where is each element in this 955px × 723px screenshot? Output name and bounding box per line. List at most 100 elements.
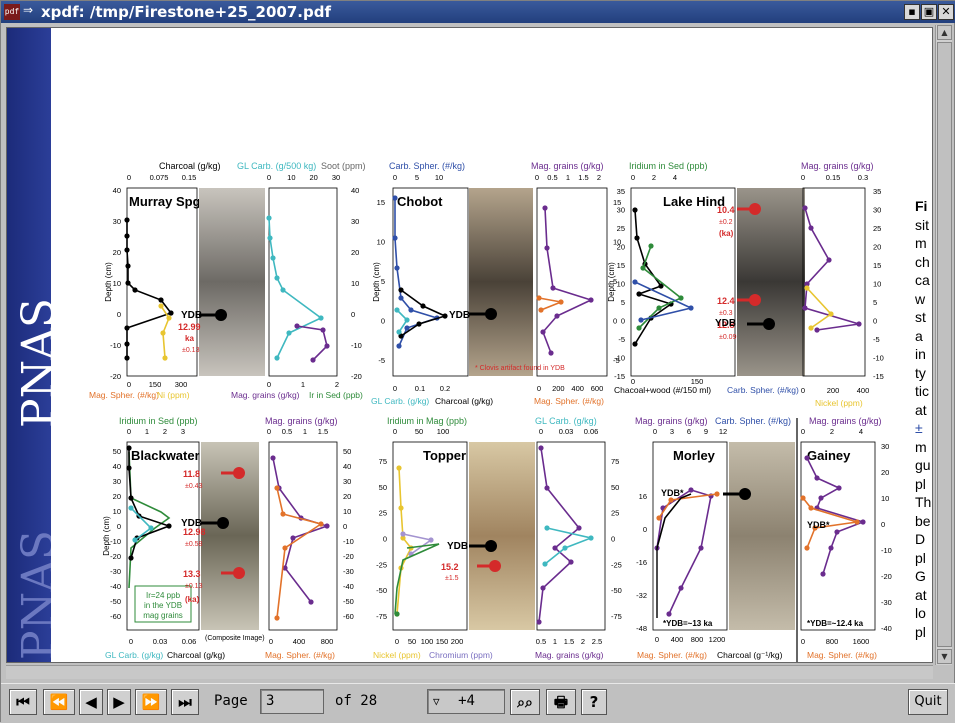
iconify-button[interactable]: ▪ [904,4,920,20]
maximize-button[interactable]: ▣ [921,4,937,20]
first-page-button[interactable]: ⏮ [9,689,37,715]
tick-label: 100 [437,427,450,436]
help-button[interactable]: ? [581,689,607,715]
depth-tick: 40 [351,186,359,195]
tick-label: 800 [826,637,839,646]
tick-label: 20 [309,173,317,182]
age-label: 10.4 [717,205,735,215]
depth-tick: -20 [110,372,121,381]
text-fragment: w [915,290,926,307]
document-viewport[interactable]: PNAS PNAS Charcoal (g/kg) GL Carb. (g/500… [6,27,933,663]
text-fragment: at [915,401,927,418]
tick-label: 150 [436,637,449,646]
maggrains-series-point [678,585,684,591]
magspher-series-point [804,545,810,551]
maggrains-series-point [666,611,672,617]
depth-tick: 30 [113,477,121,486]
maggrains-series-point [542,205,548,211]
depth-tick: -15 [873,372,884,381]
depth-tick: 50 [379,483,387,492]
depth-tick: 0 [611,535,615,544]
iridium-series-point [678,295,684,301]
carbspher-series-point [394,265,400,271]
next-page-button[interactable]: ▶ [107,689,131,715]
depth-tick: -50 [611,586,622,595]
scroll-up-arrow-icon[interactable]: ▲ [937,25,952,40]
maggrains-series-point [688,487,694,493]
ir-annotation-text: Ir=24 ppb [146,591,181,600]
prev-page-button[interactable]: ◀ [79,689,103,715]
horizontal-scrollbar[interactable] [6,665,933,679]
glcarb-series-point [266,215,272,221]
back-5-pages-button[interactable]: ⏪ [43,689,75,715]
tick-label: 0.2 [440,384,450,393]
depth-tick: -60 [110,612,121,621]
tick-label: 0 [129,637,133,646]
forward-5-pages-button[interactable]: ⏩ [135,689,167,715]
scroll-down-arrow-icon[interactable]: ▼ [937,649,952,664]
depth-tick: 40 [113,186,121,195]
bottom-axis-label: Ir in Sed (ppb) [309,390,363,400]
tick-label: 200 [451,637,464,646]
depth-tick: -10 [351,341,362,350]
maggrains-series-point [826,257,832,263]
depth-tick: -5 [378,356,385,365]
site-name: Lake Hind [663,194,725,209]
charcoal-series-point [420,303,426,309]
tick-label: 0.5 [282,427,292,436]
depth-tick: 35 [873,187,881,196]
pnas-logo-faded: PNAS [13,529,51,660]
depth-tick: 75 [611,457,619,466]
text-fragment: at [915,586,927,603]
maggrains-series-point [814,327,820,333]
glcarb-series-point [274,275,280,281]
top-axis-label: Charcoal (g/kg) [159,161,221,171]
chromium-series-point [428,537,434,543]
zoom-select[interactable]: ▽ +4 [427,689,505,714]
window-menu-icon[interactable]: ⇒ [23,3,33,17]
page-number-input[interactable]: 3 [260,689,324,714]
plot-frame [802,187,866,377]
tick-label: 0.075 [150,173,169,182]
sediment-photo [469,442,535,630]
close-button[interactable]: ✕ [938,4,954,20]
charcoal-series-point [128,555,134,561]
depth-tick: 20 [873,243,881,252]
quit-button[interactable]: Quit [908,689,948,715]
bottom-axis-label: Nickel (ppm) [373,650,421,660]
top-axis-label: GL Carb. (g/500 kg) [237,161,316,171]
print-button[interactable]: 🖶 [546,689,576,715]
pdf-app-icon[interactable]: pdf [4,4,20,20]
bottom-axis-label: Charcoal (g⁻¹/kg) [717,650,783,660]
sediment-photo [199,188,265,376]
bottom-axis-label: Mag. grains (g/kg) [535,650,604,660]
maggrains-series-point [856,321,862,327]
glcarb-series-point [286,330,292,336]
magspher-series [276,487,323,619]
vertical-scrollbar[interactable]: ▲ ▼ [935,25,952,665]
glcarb-series-point [562,545,568,551]
scroll-thumb[interactable] [937,42,952,647]
tick-label: 0 [537,384,541,393]
tick-label: 0 [267,173,271,182]
tick-label: 1.5 [318,427,328,436]
magspher-series-point [656,515,662,521]
last-page-button[interactable]: ⏭ [171,689,199,715]
bottom-axis-label: Chacoal+wood (#/150 ml) [614,385,711,395]
tick-label: 0 [267,380,271,389]
maggrains-series-point [834,529,840,535]
clovis-note: * Clovis artifact found in YDB [475,365,565,372]
tick-label: 300 [175,380,188,389]
age-label: 12.99 [178,322,201,332]
maggrains-series-point [588,297,594,303]
top-axis-label: Iridium in Sed (ppb) [629,161,708,171]
maggrains-series-point [820,571,826,577]
tick-label: 0 [655,635,659,644]
depth-tick: -20 [110,552,121,561]
tick-label: 1600 [853,637,870,646]
tick-label: 1 [566,173,570,182]
title-bar[interactable]: pdf ⇒ xpdf: /tmp/Firestone+25_2007.pdf ▪… [1,1,955,23]
find-button[interactable]: ⌕⌕ [510,689,540,715]
depth-tick: -60 [343,612,354,621]
tick-label: 4 [859,427,863,436]
